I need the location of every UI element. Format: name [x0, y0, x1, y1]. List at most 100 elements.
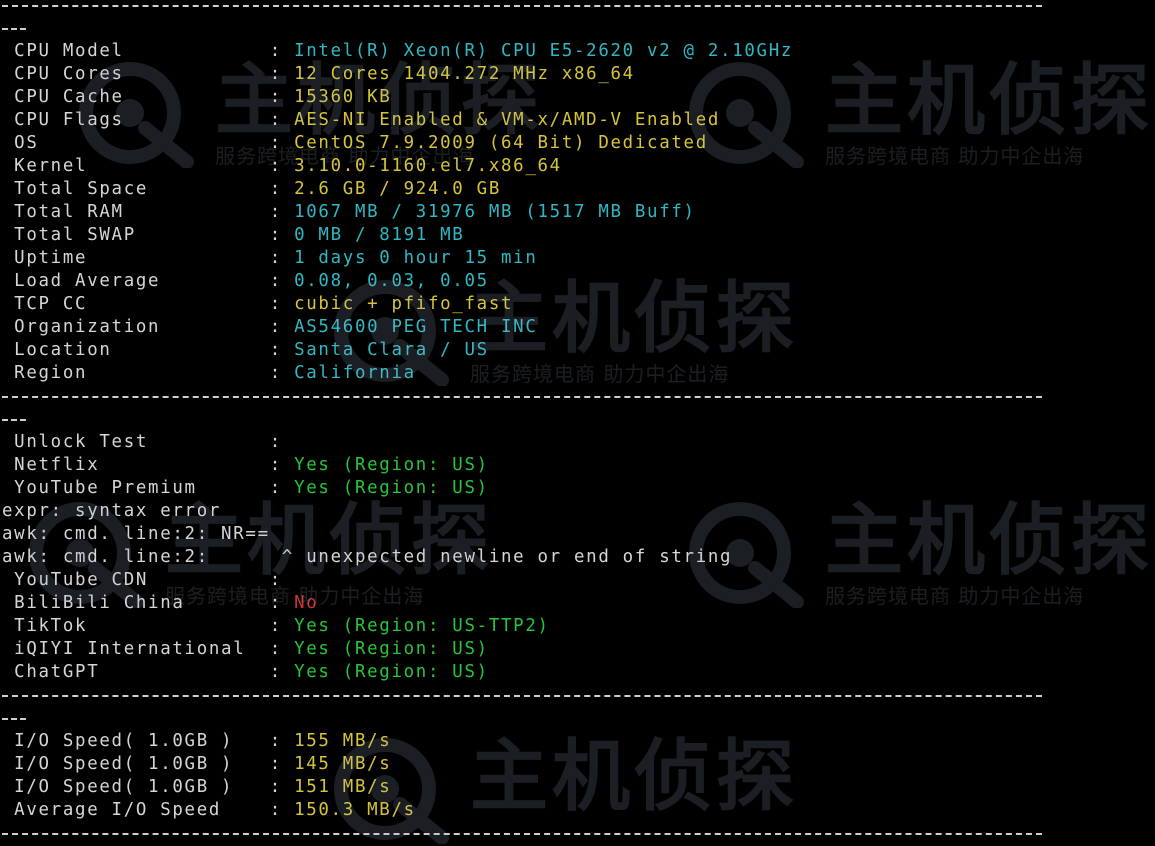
sysinfo-value: 12 Cores 1404.272 MHz x86_64: [294, 64, 635, 84]
sysinfo-value: CentOS 7.9.2009 (64 Bit) Dedicated: [294, 133, 708, 153]
sysinfo-separator: :: [269, 271, 295, 291]
unlock-value: Yes (Region: US): [294, 455, 489, 475]
io-speed-value: 151 MB/s: [294, 777, 392, 797]
unlock-separator: :: [269, 593, 295, 613]
sysinfo-line: CPU Cores : 12 Cores 1404.272 MHz x86_64: [2, 63, 1152, 86]
sysinfo-separator: :: [269, 64, 295, 84]
sysinfo-value: AS54600 PEG TECH INC: [294, 317, 538, 337]
unlock-line: Netflix : Yes (Region: US): [2, 454, 1152, 477]
io-speed-line: I/O Speed( 1.0GB ) : 151 MB/s: [2, 776, 1152, 799]
sysinfo-label: Organization: [2, 317, 270, 337]
sysinfo-line: Organization : AS54600 PEG TECH INC: [2, 316, 1152, 339]
sysinfo-value: AES-NI Enabled & VM-x/AMD-V Enabled: [294, 110, 721, 130]
sysinfo-line: Kernel : 3.10.0-1160.el7.x86_64: [2, 155, 1152, 178]
unlock-test-block: Netflix : Yes (Region: US) YouTube Premi…: [2, 454, 1152, 684]
sysinfo-separator: :: [269, 248, 295, 268]
unlock-line: awk: cmd. line:2: ^ unexpected newline o…: [2, 546, 1152, 569]
sysinfo-label: CPU Flags: [2, 110, 270, 130]
io-speed-separator: :: [269, 800, 295, 820]
sysinfo-separator: :: [269, 87, 295, 107]
sysinfo-label: TCP CC: [2, 294, 270, 314]
sysinfo-separator: :: [269, 202, 295, 222]
sysinfo-value: Santa Clara / US: [294, 340, 489, 360]
sysinfo-separator: :: [269, 340, 295, 360]
unlock-line: YouTube CDN :: [2, 569, 1152, 592]
sysinfo-value: cubic + pfifo_fast: [294, 294, 514, 314]
io-speed-value: 145 MB/s: [294, 754, 392, 774]
sysinfo-separator: :: [269, 294, 295, 314]
sysinfo-value: 1 days 0 hour 15 min: [294, 248, 538, 268]
unlock-value: Yes (Region: US): [294, 662, 489, 682]
unlock-value: Yes (Region: US-TTP2): [294, 616, 550, 636]
sysinfo-value: 0 MB / 8191 MB: [294, 225, 465, 245]
separator-wrap: [2, 707, 1152, 730]
io-speed-label: I/O Speed( 1.0GB ): [2, 754, 270, 774]
separator-line: [2, 822, 1152, 845]
sysinfo-label: Location: [2, 340, 270, 360]
sysinfo-separator: :: [269, 317, 295, 337]
sysinfo-value: 3.10.0-1160.el7.x86_64: [294, 156, 562, 176]
unlock-label: iQIYI International: [2, 639, 270, 659]
sysinfo-value: California: [294, 363, 416, 383]
unlock-test-label: Unlock Test: [2, 432, 270, 452]
unlock-label: ChatGPT: [2, 662, 270, 682]
sysinfo-value: 2.6 GB / 924.0 GB: [294, 179, 501, 199]
unlock-label: awk: cmd. line:2:: [2, 547, 282, 567]
unlock-label: expr: syntax error: [2, 501, 222, 521]
unlock-separator: :: [269, 616, 295, 636]
unlock-value: No: [294, 593, 319, 613]
io-speed-line: I/O Speed( 1.0GB ) : 145 MB/s: [2, 753, 1152, 776]
sysinfo-line: Uptime : 1 days 0 hour 15 min: [2, 247, 1152, 270]
unlock-label: TikTok: [2, 616, 270, 636]
sysinfo-label: Kernel: [2, 156, 270, 176]
sysinfo-separator: :: [269, 133, 295, 153]
sysinfo-label: Region: [2, 363, 270, 383]
sysinfo-separator: :: [269, 225, 295, 245]
unlock-line: expr: syntax error: [2, 500, 1152, 523]
unlock-value: Yes (Region: US): [294, 478, 489, 498]
sysinfo-line: Location : Santa Clara / US: [2, 339, 1152, 362]
sysinfo-label: Total Space: [2, 179, 270, 199]
unlock-separator: :: [269, 639, 295, 659]
sysinfo-label: OS: [2, 133, 270, 153]
unlock-test-sep: :: [269, 432, 282, 452]
io-speed-separator: :: [269, 754, 295, 774]
sysinfo-separator: :: [269, 41, 295, 61]
unlock-line: iQIYI International : Yes (Region: US): [2, 638, 1152, 661]
sysinfo-line: Load Average : 0.08, 0.03, 0.05: [2, 270, 1152, 293]
io-speed-value: 150.3 MB/s: [294, 800, 416, 820]
sysinfo-label: Total SWAP: [2, 225, 270, 245]
unlock-separator: :: [269, 662, 295, 682]
sysinfo-separator: :: [269, 179, 295, 199]
unlock-label: awk: cmd. line:2: NR==: [2, 524, 270, 544]
sysinfo-value: 0.08, 0.03, 0.05: [294, 271, 489, 291]
separator-wrap: [2, 408, 1152, 431]
io-speed-block: I/O Speed( 1.0GB ) : 155 MB/s I/O Speed(…: [2, 730, 1152, 822]
sysinfo-line: OS : CentOS 7.9.2009 (64 Bit) Dedicated: [2, 132, 1152, 155]
sysinfo-label: CPU Model: [2, 41, 270, 61]
sysinfo-line: CPU Flags : AES-NI Enabled & VM-x/AMD-V …: [2, 109, 1152, 132]
unlock-label: Netflix: [2, 455, 270, 475]
separator-line: [2, 385, 1152, 408]
unlock-separator: :: [269, 570, 282, 590]
terminal-output[interactable]: CPU Model : Intel(R) Xeon(R) CPU E5-2620…: [2, 0, 1152, 845]
sysinfo-value: Intel(R) Xeon(R) CPU E5-2620 v2 @ 2.10GH…: [294, 41, 794, 61]
unlock-separator: :: [269, 455, 295, 475]
separator-wrap: [2, 17, 1152, 40]
sysinfo-separator: :: [269, 156, 295, 176]
io-speed-value: 155 MB/s: [294, 731, 392, 751]
io-speed-label: Average I/O Speed: [2, 800, 270, 820]
sysinfo-separator: :: [269, 363, 295, 383]
sysinfo-value: 15360 KB: [294, 87, 392, 107]
sysinfo-line: CPU Cache : 15360 KB: [2, 86, 1152, 109]
sysinfo-label: Total RAM: [2, 202, 270, 222]
sysinfo-separator: :: [269, 110, 295, 130]
sysinfo-line: Total SWAP : 0 MB / 8191 MB: [2, 224, 1152, 247]
unlock-line: TikTok : Yes (Region: US-TTP2): [2, 615, 1152, 638]
sysinfo-label: CPU Cores: [2, 64, 270, 84]
io-speed-label: I/O Speed( 1.0GB ): [2, 777, 270, 797]
io-speed-label: I/O Speed( 1.0GB ): [2, 731, 270, 751]
sysinfo-line: Total Space : 2.6 GB / 924.0 GB: [2, 178, 1152, 201]
unlock-separator: ^: [281, 547, 307, 567]
sysinfo-value: 1067 MB / 31976 MB (1517 MB Buff): [294, 202, 696, 222]
